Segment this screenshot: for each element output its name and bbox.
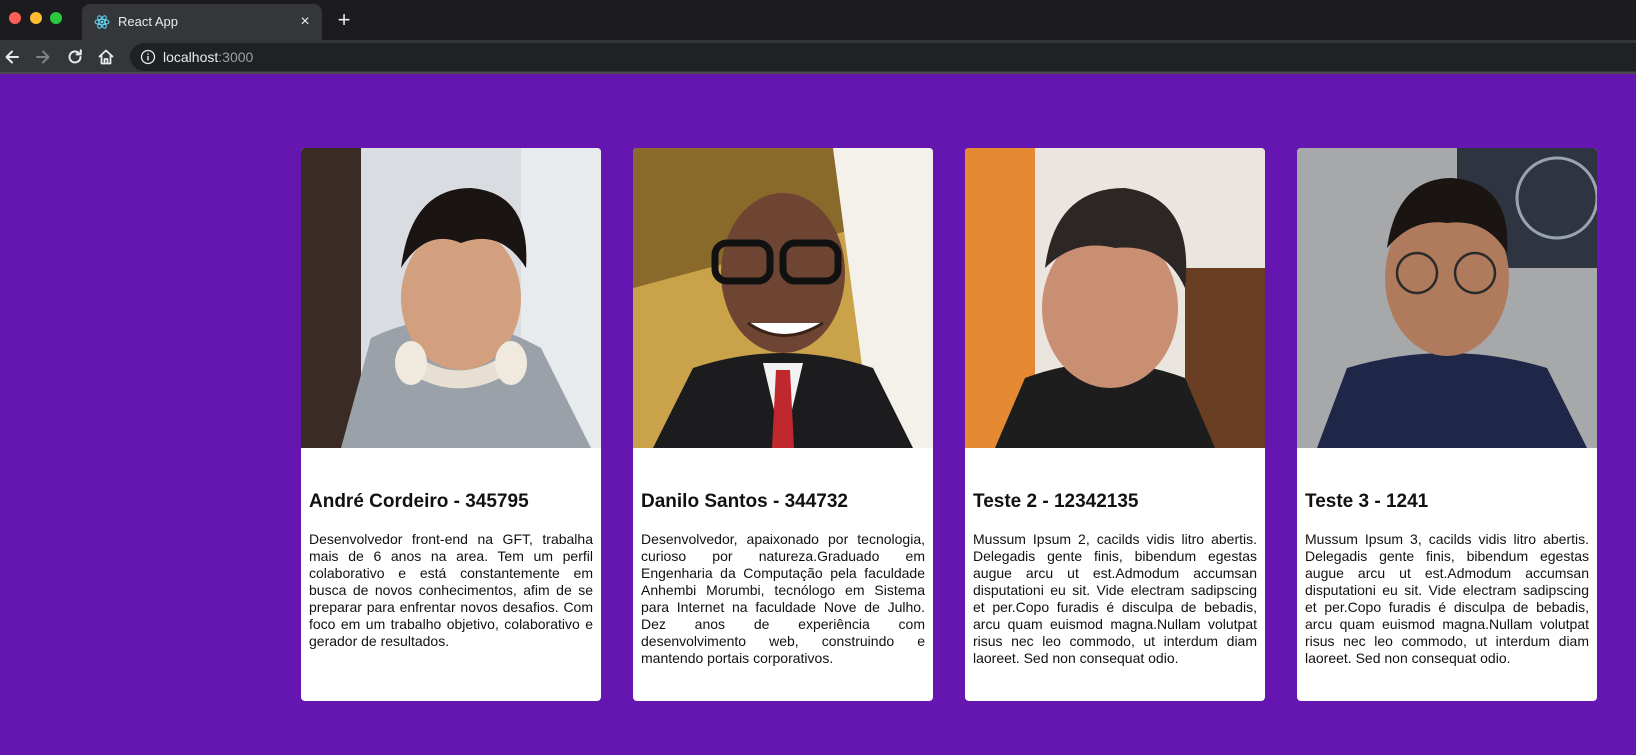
- browser-toolbar: localhost:3000: [0, 40, 1636, 74]
- close-window-button[interactable]: [9, 12, 21, 24]
- card-description: Desenvolvedor, apaixonado por tecnologia…: [641, 531, 925, 666]
- profile-photo: [1297, 148, 1597, 448]
- card-description: Desenvolvedor front-end na GFT, trabalha…: [309, 531, 593, 649]
- card-title: Teste 2 - 12342135: [973, 491, 1139, 512]
- card-title: Danilo Santos - 344732: [641, 491, 848, 512]
- card-title: André Cordeiro - 345795: [309, 491, 529, 512]
- card-description: Mussum Ipsum 2, cacilds vidis litro aber…: [973, 531, 1257, 666]
- card-title: Teste 3 - 1241: [1305, 491, 1429, 512]
- profile-photo: [965, 148, 1265, 448]
- maximize-window-button[interactable]: [50, 12, 62, 24]
- new-tab-icon[interactable]: +: [334, 9, 354, 31]
- home-icon[interactable]: [96, 47, 116, 67]
- profile-photo: [301, 148, 601, 448]
- back-icon[interactable]: [2, 47, 22, 67]
- tab-bar: React App × +: [0, 0, 1636, 40]
- profile-card: Teste 3 - 1241 Mussum Ipsum 3, cacilds v…: [1297, 148, 1597, 701]
- profile-card: André Cordeiro - 345795 Desenvolvedor fr…: [301, 148, 601, 701]
- card-description: Mussum Ipsum 3, cacilds vidis litro aber…: [1305, 531, 1589, 666]
- url-host: localhost: [163, 49, 219, 65]
- profile-photo: [633, 148, 933, 448]
- url-port: :3000: [218, 49, 254, 65]
- browser-chrome: React App × + localhost:3000: [0, 0, 1636, 74]
- url-text: localhost:3000: [163, 49, 253, 65]
- forward-icon[interactable]: [33, 47, 53, 67]
- profile-card: Danilo Santos - 344732 Desenvolvedor, ap…: [633, 148, 933, 701]
- minimize-window-button[interactable]: [30, 12, 42, 24]
- browser-tab[interactable]: React App ×: [82, 4, 322, 40]
- profile-card: Teste 2 - 12342135 Mussum Ipsum 2, cacil…: [965, 148, 1265, 701]
- close-tab-icon[interactable]: ×: [296, 13, 314, 31]
- address-bar[interactable]: localhost:3000: [130, 43, 1636, 71]
- react-logo-icon: [94, 14, 110, 30]
- reload-icon[interactable]: [65, 47, 85, 67]
- page-content: André Cordeiro - 345795 Desenvolvedor fr…: [0, 74, 1636, 755]
- info-icon[interactable]: [140, 49, 156, 65]
- tab-title: React App: [118, 14, 178, 29]
